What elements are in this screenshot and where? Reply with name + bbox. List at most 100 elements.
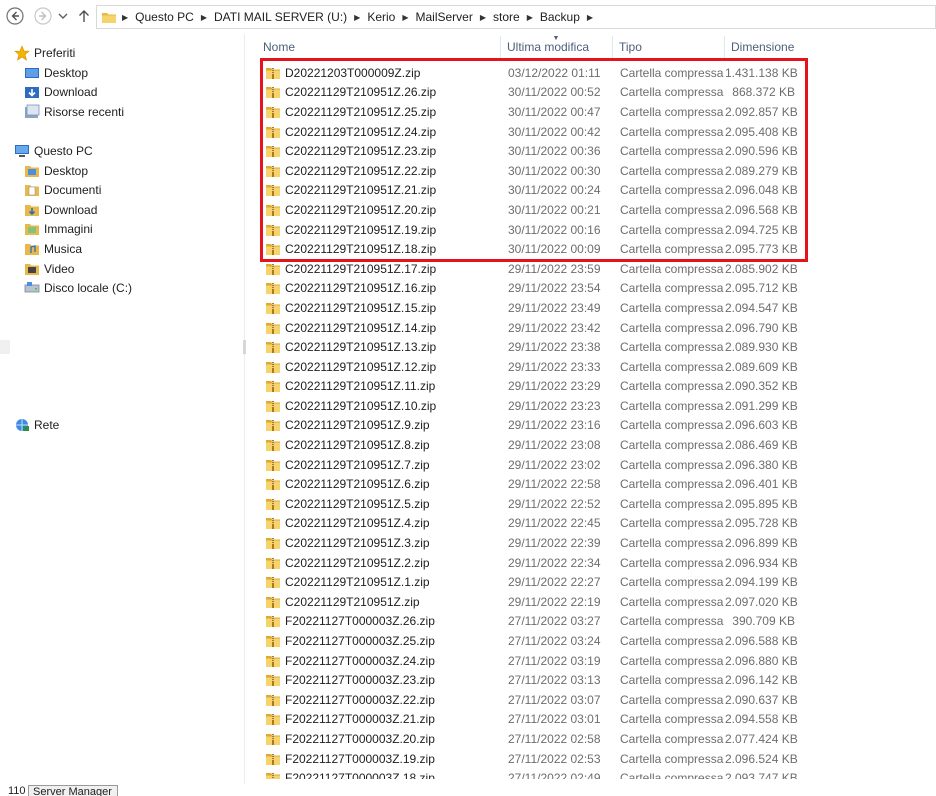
file-row[interactable]: C20221129T210951Z.17.zip 29/11/2022 23:59… (257, 259, 803, 279)
file-name-cell[interactable]: C20221129T210951Z.1.zip (257, 574, 501, 590)
file-row[interactable]: C20221129T210951Z.10.zip 29/11/2022 23:23… (257, 396, 803, 416)
up-button[interactable] (76, 6, 92, 26)
chevron-right-icon[interactable]: ▶ (119, 13, 131, 22)
file-name-cell[interactable]: C20221129T210951Z.9.zip (257, 417, 501, 433)
sidebar-item-pc-video[interactable]: Video (24, 260, 74, 278)
file-name-cell[interactable]: C20221129T210951Z.16.zip (257, 280, 501, 296)
file-name-cell[interactable]: C20221129T210951Z.18.zip (257, 241, 501, 257)
file-name-cell[interactable]: C20221129T210951Z.zip (257, 594, 501, 610)
file-name-cell[interactable]: F20221127T000003Z.23.zip (257, 672, 501, 688)
file-row[interactable]: C20221129T210951Z.1.zip 29/11/2022 22:27 C… (257, 572, 803, 592)
file-row[interactable]: C20221129T210951Z.7.zip 29/11/2022 23:02 C… (257, 455, 803, 475)
file-name-cell[interactable]: C20221129T210951Z.6.zip (257, 476, 501, 492)
file-name-cell[interactable]: C20221129T210951Z.11.zip (257, 378, 501, 394)
file-name-cell[interactable]: C20221129T210951Z.26.zip (257, 84, 501, 100)
file-row[interactable]: F20221127T000003Z.23.zip 27/11/2022 03:13… (257, 670, 803, 690)
sidebar-item-fav-download[interactable]: Download (24, 83, 97, 101)
back-button[interactable] (5, 6, 25, 26)
file-name-cell[interactable]: C20221129T210951Z.19.zip (257, 222, 501, 238)
file-name-cell[interactable]: F20221127T000003Z.18.zip (257, 770, 501, 779)
file-row[interactable]: C20221129T210951Z.8.zip 29/11/2022 23:08 C… (257, 435, 803, 455)
file-name-cell[interactable]: C20221129T210951Z.3.zip (257, 535, 501, 551)
breadcrumb-drive[interactable]: DATI MAIL SERVER (U:) (210, 10, 351, 24)
file-name-cell[interactable]: F20221127T000003Z.19.zip (257, 751, 501, 767)
file-row[interactable]: C20221129T210951Z.18.zip 30/11/2022 00:09… (257, 239, 803, 259)
recent-locations-button[interactable] (57, 6, 69, 26)
sidebar-item-preferiti[interactable]: Preferiti (14, 44, 75, 62)
column-header-date[interactable]: ▼ Ultima modifica (501, 35, 613, 58)
file-row[interactable]: D20221203T000009Z.zip 03/12/2022 01:11 Car… (257, 63, 803, 83)
breadcrumb-backup[interactable]: Backup (536, 10, 584, 24)
file-name-cell[interactable]: C20221129T210951Z.13.zip (257, 339, 501, 355)
file-name-cell[interactable]: C20221129T210951Z.2.zip (257, 555, 501, 571)
file-row[interactable]: F20221127T000003Z.22.zip 27/11/2022 03:07… (257, 690, 803, 710)
chevron-right-icon[interactable]: ▶ (351, 13, 363, 22)
file-row[interactable]: C20221129T210951Z.20.zip 30/11/2022 00:21… (257, 200, 803, 220)
file-name-cell[interactable]: C20221129T210951Z.14.zip (257, 320, 501, 336)
sidebar-item-pc-immagini[interactable]: Immagini (24, 220, 93, 238)
file-row[interactable]: C20221129T210951Z.26.zip 30/11/2022 00:52… (257, 83, 803, 103)
column-header-size[interactable]: Dimensione (725, 36, 803, 58)
address-bar[interactable]: ▶ Questo PC ▶ DATI MAIL SERVER (U:) ▶ Ke… (96, 5, 936, 29)
sidebar-item-fav-desktop[interactable]: Desktop (24, 64, 88, 82)
column-header-type[interactable]: Tipo (613, 36, 725, 58)
file-row[interactable]: F20221127T000003Z.20.zip 27/11/2022 02:58… (257, 729, 803, 749)
file-name-cell[interactable]: C20221129T210951Z.10.zip (257, 398, 501, 414)
file-row[interactable]: C20221129T210951Z.16.zip 29/11/2022 23:54… (257, 279, 803, 299)
file-row[interactable]: F20221127T000003Z.21.zip 27/11/2022 03:01… (257, 710, 803, 730)
file-row[interactable]: F20221127T000003Z.26.zip 27/11/2022 03:27… (257, 612, 803, 632)
file-name-cell[interactable]: C20221129T210951Z.5.zip (257, 496, 501, 512)
sidebar-item-pc-musica[interactable]: Musica (24, 240, 82, 258)
file-name-cell[interactable]: C20221129T210951Z.24.zip (257, 124, 501, 140)
file-name-cell[interactable]: C20221129T210951Z.17.zip (257, 261, 501, 277)
sidebar-item-fav-recent[interactable]: Risorse recenti (24, 103, 124, 121)
taskbar-server-manager-button[interactable]: Server Manager (28, 785, 118, 796)
file-name-cell[interactable]: C20221129T210951Z.7.zip (257, 457, 501, 473)
file-row[interactable]: F20221127T000003Z.25.zip 27/11/2022 03:24… (257, 631, 803, 651)
file-row[interactable]: C20221129T210951Z.22.zip 30/11/2022 00:30… (257, 161, 803, 181)
file-name-cell[interactable]: F20221127T000003Z.22.zip (257, 692, 501, 708)
breadcrumb-mailserver[interactable]: MailServer (411, 10, 476, 24)
file-row[interactable]: C20221129T210951Z.23.zip 30/11/2022 00:36… (257, 141, 803, 161)
forward-button[interactable] (33, 6, 53, 26)
file-row[interactable]: C20221129T210951Z.21.zip 30/11/2022 00:24… (257, 181, 803, 201)
file-row[interactable]: C20221129T210951Z.11.zip 29/11/2022 23:29… (257, 377, 803, 397)
file-row[interactable]: C20221129T210951Z.25.zip 30/11/2022 00:47… (257, 102, 803, 122)
file-name-cell[interactable]: C20221129T210951Z.22.zip (257, 163, 501, 179)
file-row[interactable]: F20221127T000003Z.19.zip 27/11/2022 02:53… (257, 749, 803, 769)
file-row[interactable]: C20221129T210951Z.24.zip 30/11/2022 00:42… (257, 122, 803, 142)
file-name-cell[interactable]: F20221127T000003Z.26.zip (257, 613, 501, 629)
file-name-cell[interactable]: C20221129T210951Z.12.zip (257, 359, 501, 375)
chevron-right-icon[interactable]: ▶ (399, 13, 411, 22)
file-row[interactable]: C20221129T210951Z.4.zip 29/11/2022 22:45 C… (257, 514, 803, 534)
sidebar-item-pc-documenti[interactable]: Documenti (24, 181, 101, 199)
file-row[interactable]: C20221129T210951Z.5.zip 29/11/2022 22:52 C… (257, 494, 803, 514)
file-row[interactable]: C20221129T210951Z.19.zip 30/11/2022 00:16… (257, 220, 803, 240)
file-name-cell[interactable]: C20221129T210951Z.23.zip (257, 143, 501, 159)
file-name-cell[interactable]: D20221203T000009Z.zip (257, 65, 501, 81)
file-name-cell[interactable]: F20221127T000003Z.20.zip (257, 731, 501, 747)
sidebar-item-pc-desktop[interactable]: Desktop (24, 162, 88, 180)
chevron-right-icon[interactable]: ▶ (584, 13, 596, 22)
sidebar-item-questo-pc[interactable]: Questo PC (14, 142, 93, 160)
file-row[interactable]: C20221129T210951Z.6.zip 29/11/2022 22:58 C… (257, 474, 803, 494)
file-row[interactable]: C20221129T210951Z.15.zip 29/11/2022 23:49… (257, 298, 803, 318)
file-row[interactable]: C20221129T210951Z.zip 29/11/2022 22:19 Car… (257, 592, 803, 612)
file-name-cell[interactable]: C20221129T210951Z.15.zip (257, 300, 501, 316)
column-header-name[interactable]: Nome (257, 36, 501, 58)
sidebar-item-pc-disco-locale[interactable]: Disco locale (C:) (24, 279, 132, 297)
chevron-right-icon[interactable]: ▶ (477, 13, 489, 22)
breadcrumb-store[interactable]: store (489, 10, 524, 24)
breadcrumb-kerio[interactable]: Kerio (363, 10, 399, 24)
file-name-cell[interactable]: F20221127T000003Z.21.zip (257, 711, 501, 727)
chevron-right-icon[interactable]: ▶ (198, 13, 210, 22)
file-name-cell[interactable]: C20221129T210951Z.20.zip (257, 202, 501, 218)
file-name-cell[interactable]: C20221129T210951Z.21.zip (257, 182, 501, 198)
pane-splitter-grip[interactable] (243, 340, 246, 354)
file-row[interactable]: C20221129T210951Z.14.zip 29/11/2022 23:42… (257, 318, 803, 338)
file-name-cell[interactable]: C20221129T210951Z.4.zip (257, 515, 501, 531)
file-name-cell[interactable]: F20221127T000003Z.24.zip (257, 653, 501, 669)
file-name-cell[interactable]: C20221129T210951Z.8.zip (257, 437, 501, 453)
sidebar-item-pc-download[interactable]: Download (24, 201, 97, 219)
file-row[interactable]: C20221129T210951Z.3.zip 29/11/2022 22:39 C… (257, 533, 803, 553)
